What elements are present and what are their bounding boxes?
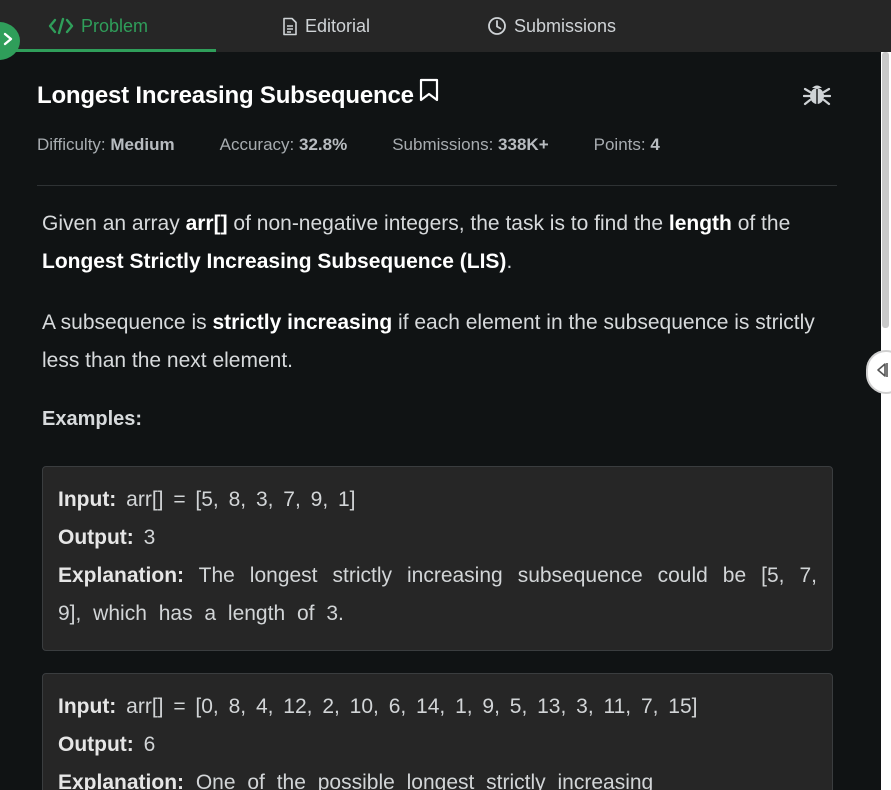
difficulty-value: Medium xyxy=(110,135,175,154)
example-input: Input: arr[] = [5, 8, 3, 7, 9, 1] xyxy=(58,488,356,511)
example-box: Input: arr[] = [5, 8, 3, 7, 9, 1] Output… xyxy=(42,466,833,651)
example-box: Input: arr[] = [0, 8, 4, 12, 2, 10, 6, 1… xyxy=(42,673,833,790)
accuracy: Accuracy: 32.8% xyxy=(219,135,348,154)
caret-left-icon xyxy=(876,362,888,383)
points-value: 4 xyxy=(650,135,660,154)
clock-icon xyxy=(487,16,507,36)
example-output: Output: 6 xyxy=(58,733,156,756)
examples-heading: Examples: xyxy=(42,408,143,430)
tab-editorial[interactable]: Editorial xyxy=(282,0,370,52)
bookmark-icon[interactable] xyxy=(418,77,440,110)
document-icon xyxy=(282,17,298,36)
chevron-right-icon xyxy=(2,32,14,51)
tab-problem[interactable]: Problem xyxy=(0,0,217,52)
description-paragraph-1: Given an array arr[] of non-negative int… xyxy=(42,212,791,273)
example-input: Input: arr[] = [0, 8, 4, 12, 2, 10, 6, 1… xyxy=(58,695,698,718)
tab-submissions-label: Submissions xyxy=(514,15,617,36)
example-output: Output: 3 xyxy=(58,526,156,549)
bug-icon[interactable] xyxy=(802,80,832,113)
description-paragraph-2: A subsequence is strictly increasing if … xyxy=(42,311,815,372)
points: Points: 4 xyxy=(593,135,660,154)
submissions-count: Submissions: 338K+ xyxy=(392,135,549,154)
tab-problem-label: Problem xyxy=(81,15,149,36)
problem-panel: Longest Increasing Subsequence Difficult… xyxy=(0,52,881,790)
code-icon xyxy=(48,17,74,35)
problem-meta: Difficulty: Medium Accuracy: 32.8% Submi… xyxy=(37,135,705,155)
problem-description: Given an array arr[] of non-negative int… xyxy=(42,205,832,403)
divider xyxy=(37,185,837,186)
problem-title: Longest Increasing Subsequence xyxy=(37,82,414,109)
accuracy-value: 32.8% xyxy=(299,135,348,154)
example-explanation: Explanation: The longest strictly increa… xyxy=(58,564,817,625)
tab-bar: Problem Editorial Submissions xyxy=(0,0,891,60)
tab-submissions[interactable]: Submissions xyxy=(487,0,616,52)
problem-title-row: Longest Increasing Subsequence xyxy=(37,77,440,110)
submissions-value: 338K+ xyxy=(498,135,549,154)
difficulty: Difficulty: Medium xyxy=(37,135,175,154)
scrollbar-thumb[interactable] xyxy=(882,52,889,328)
example-explanation: Explanation: One of the possible longest… xyxy=(58,771,654,790)
tab-editorial-label: Editorial xyxy=(305,15,371,36)
